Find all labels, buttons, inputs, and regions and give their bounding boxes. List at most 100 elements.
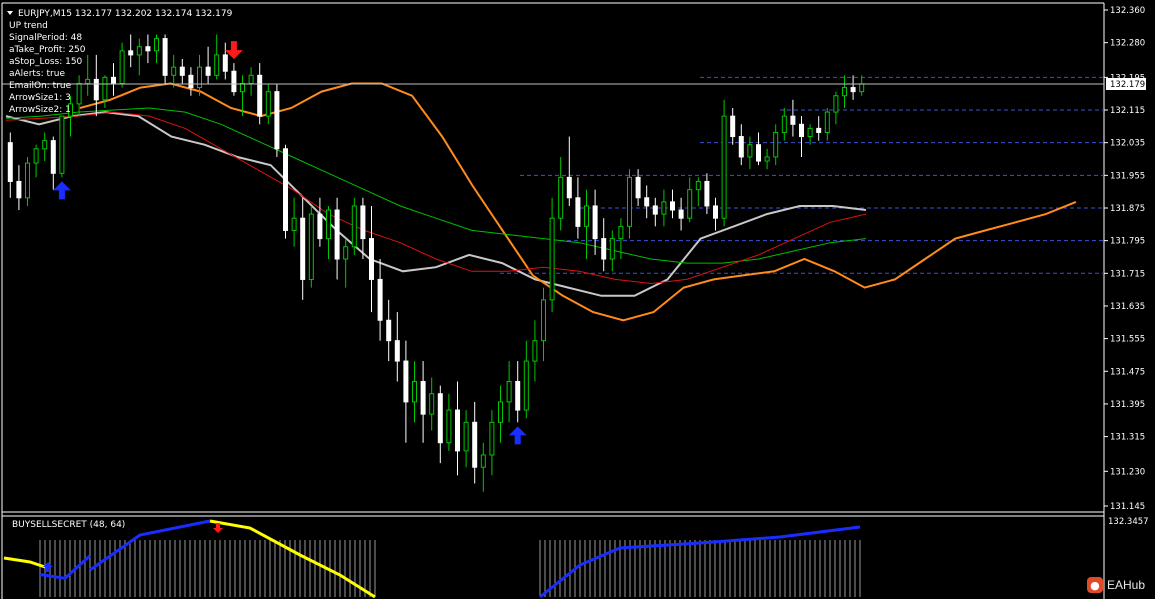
candle-body (308, 213, 314, 280)
indicator-info: UP trend SignalPeriod: 48 aTake_Profit: 25… (9, 21, 86, 115)
candle-body (756, 144, 761, 162)
candle-body (274, 91, 280, 150)
price-axis-label: 131.795 (1110, 237, 1145, 247)
candle-body (644, 197, 650, 207)
candle-body (833, 95, 839, 113)
candle-body (859, 83, 865, 93)
candle-body (541, 299, 546, 342)
candle-body (33, 148, 39, 164)
candle-body (695, 180, 701, 191)
candle-body (781, 115, 787, 133)
watermark-text: EAHub (1106, 578, 1145, 592)
candle-body (240, 82, 245, 93)
candle-body (437, 393, 443, 444)
price-axis-label: 132.115 (1110, 106, 1145, 116)
indicator-info-line: aStop_Loss: 150 (9, 57, 83, 67)
indicator-info-line: aTake_Profit: 250 (9, 45, 86, 55)
candle-body (283, 148, 288, 231)
candle-body (76, 82, 82, 105)
candle-body (463, 421, 469, 452)
candle-body (231, 70, 237, 93)
candle-body (369, 238, 374, 280)
candle-body (609, 238, 615, 260)
collapse-triangle-icon[interactable] (7, 11, 13, 15)
candle-body (50, 140, 56, 174)
candle-body (265, 91, 271, 117)
osc-buy-arrow-icon (43, 562, 53, 572)
candle-body (472, 421, 478, 468)
candle-body (171, 66, 177, 76)
price-axis-label: 131.315 (1110, 433, 1145, 443)
candle-body (713, 205, 718, 219)
candle-body (790, 115, 796, 125)
oscillator (3, 519, 861, 599)
green-ma-line (5, 107, 867, 264)
candle-body (455, 409, 460, 452)
candle-body (93, 78, 99, 101)
candle-body (652, 205, 658, 215)
candle-body (343, 246, 349, 260)
candle-body (317, 213, 323, 240)
candle-body (291, 217, 297, 231)
candle-body (592, 205, 598, 240)
candle-body (575, 197, 581, 227)
candle-body (128, 50, 134, 56)
buy-arrow-icon (52, 181, 71, 200)
silver-band-line (5, 111, 867, 297)
candle-body (566, 176, 572, 199)
candle-body (59, 115, 65, 174)
candle-body (446, 409, 452, 444)
candle-body (584, 205, 589, 227)
candle-body (799, 123, 804, 138)
candle-body (807, 127, 813, 138)
price-axis-label: 131.875 (1110, 204, 1145, 214)
candle-body (205, 66, 211, 76)
candle-body (678, 209, 684, 219)
candle-body (627, 176, 632, 227)
candle-body (248, 74, 254, 84)
indicator-info-line: SignalPeriod: 48 (9, 33, 82, 43)
candle-body (85, 78, 91, 84)
indicator-info-line: ArrowSize2: 1 (9, 105, 71, 115)
candle-body (257, 74, 263, 117)
candle-body (214, 54, 220, 76)
candle-body (145, 46, 151, 52)
candle-body (300, 217, 306, 280)
candle-body (506, 380, 512, 403)
candle-body (334, 209, 340, 260)
candle-body (119, 50, 125, 84)
candle-body (394, 340, 400, 362)
price-axis-label: 132.035 (1110, 139, 1145, 149)
buy-arrow-icon (508, 426, 527, 445)
candle-body (111, 76, 116, 84)
candle-body (773, 131, 779, 158)
candle-body (102, 76, 108, 101)
price-axis-label: 132.360 (1110, 6, 1145, 16)
candle-body (351, 205, 357, 248)
indicator-info-line: aAlerts: true (9, 69, 65, 79)
candle-body (635, 176, 641, 199)
price-axis-label: 131.145 (1110, 502, 1145, 512)
candle-body (730, 115, 736, 138)
candle-body (179, 66, 185, 76)
candle-body (222, 54, 228, 72)
trading-chart[interactable]: EURJPY,M15 132.177 132.202 132.174 132.1… (0, 0, 1155, 599)
level-lines (500, 76, 1104, 274)
candle-body (386, 319, 392, 342)
candle-body (360, 205, 366, 240)
candle-body (661, 201, 667, 215)
candle-body (162, 38, 168, 76)
price-axis-label: 131.955 (1110, 171, 1145, 181)
candle-body (764, 156, 770, 162)
candle-body (618, 225, 624, 240)
candle-body (842, 87, 847, 97)
candle-body (721, 115, 727, 219)
sub-window-title: BUYSELLSECRET (48, 64) (12, 520, 125, 530)
oscillator-yellow-line-start (3, 556, 46, 569)
candle-body (136, 46, 142, 56)
price-axis-label: 131.715 (1110, 269, 1145, 279)
price-axis-label: 132.280 (1110, 39, 1145, 49)
signal-arrows (52, 41, 527, 445)
candle-body (420, 380, 426, 415)
indicator-info-line: UP trend (9, 21, 48, 31)
